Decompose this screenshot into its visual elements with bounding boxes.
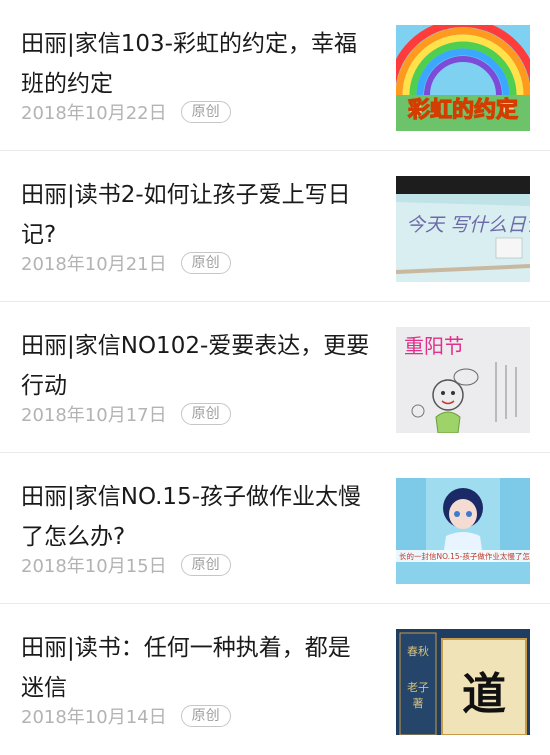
svg-text:著: 著 xyxy=(413,696,424,710)
rainbow-thumbnail-image: 彩虹的约定 xyxy=(396,25,530,131)
article-title[interactable]: 田丽|读书2-如何让孩子爱上写日记? xyxy=(21,175,371,255)
article-date: 2018年10月22日 xyxy=(21,103,167,124)
article-meta: 2018年10月22日 原创 xyxy=(21,99,231,125)
article-item[interactable]: 田丽|家信NO102-爱要表达，更要行动 2018年10月17日 原创 重阳节 xyxy=(0,302,550,453)
article-list: 田丽|家信103-彩虹的约定，幸福班的约定 2018年10月22日 原创 彩虹的… xyxy=(0,0,550,755)
article-thumbnail[interactable]: 重阳节 xyxy=(396,327,530,433)
article-thumbnail[interactable]: 今天 写什么日记 xyxy=(396,176,530,282)
article-thumbnail[interactable]: 彩虹的约定 xyxy=(396,25,530,131)
svg-text:老子: 老子 xyxy=(407,681,429,694)
article-meta: 2018年10月21日 原创 xyxy=(21,250,231,276)
article-item[interactable]: 田丽|家信103-彩虹的约定，幸福班的约定 2018年10月22日 原创 彩虹的… xyxy=(0,0,550,151)
article-item[interactable]: 田丽|读书2-如何让孩子爱上写日记? 2018年10月21日 原创 今天 写什么… xyxy=(0,151,550,302)
article-title[interactable]: 田丽|读书：任何一种执着，都是迷信 xyxy=(21,628,371,708)
article-meta: 2018年10月14日 原创 xyxy=(21,703,231,729)
double-ninth-drawing-image: 重阳节 xyxy=(396,327,530,433)
doll-thumbnail-image: 长的一封信NO.15-孩子做作业太慢了怎么办 xyxy=(396,478,530,584)
original-badge: 原创 xyxy=(180,554,231,576)
article-date: 2018年10月14日 xyxy=(21,707,167,728)
original-badge: 原创 xyxy=(180,705,231,727)
diary-thumbnail-image: 今天 写什么日记 xyxy=(396,176,530,282)
svg-text:彩虹的约定: 彩虹的约定 xyxy=(407,97,518,123)
svg-text:今天 写什么日记: 今天 写什么日记 xyxy=(406,214,530,236)
article-title[interactable]: 田丽|家信NO.15-孩子做作业太慢了怎么办? xyxy=(21,477,371,557)
article-thumbnail[interactable]: 春秋 老子 著 道 xyxy=(396,629,530,735)
article-meta: 2018年10月17日 原创 xyxy=(21,401,231,427)
original-badge: 原创 xyxy=(180,403,231,425)
article-date: 2018年10月15日 xyxy=(21,556,167,577)
svg-text:长的一封信NO.15-孩子做作业太慢了怎么办: 长的一封信NO.15-孩子做作业太慢了怎么办 xyxy=(399,551,530,561)
svg-text:春秋: 春秋 xyxy=(407,644,429,658)
article-title[interactable]: 田丽|家信NO102-爱要表达，更要行动 xyxy=(21,326,371,406)
original-badge: 原创 xyxy=(180,101,231,123)
article-item[interactable]: 田丽|读书：任何一种执着，都是迷信 2018年10月14日 原创 春秋 老子 著… xyxy=(0,604,550,755)
article-meta: 2018年10月15日 原创 xyxy=(21,552,231,578)
book-cover-thumbnail-image: 春秋 老子 著 道 xyxy=(396,629,530,735)
article-thumbnail[interactable]: 长的一封信NO.15-孩子做作业太慢了怎么办 xyxy=(396,478,530,584)
svg-text:重阳节: 重阳节 xyxy=(404,334,464,358)
article-date: 2018年10月17日 xyxy=(21,405,167,426)
article-item[interactable]: 田丽|家信NO.15-孩子做作业太慢了怎么办? 2018年10月15日 原创 长… xyxy=(0,453,550,604)
article-title[interactable]: 田丽|家信103-彩虹的约定，幸福班的约定 xyxy=(21,24,371,104)
original-badge: 原创 xyxy=(180,252,231,274)
article-date: 2018年10月21日 xyxy=(21,254,167,275)
svg-text:道: 道 xyxy=(462,669,506,720)
